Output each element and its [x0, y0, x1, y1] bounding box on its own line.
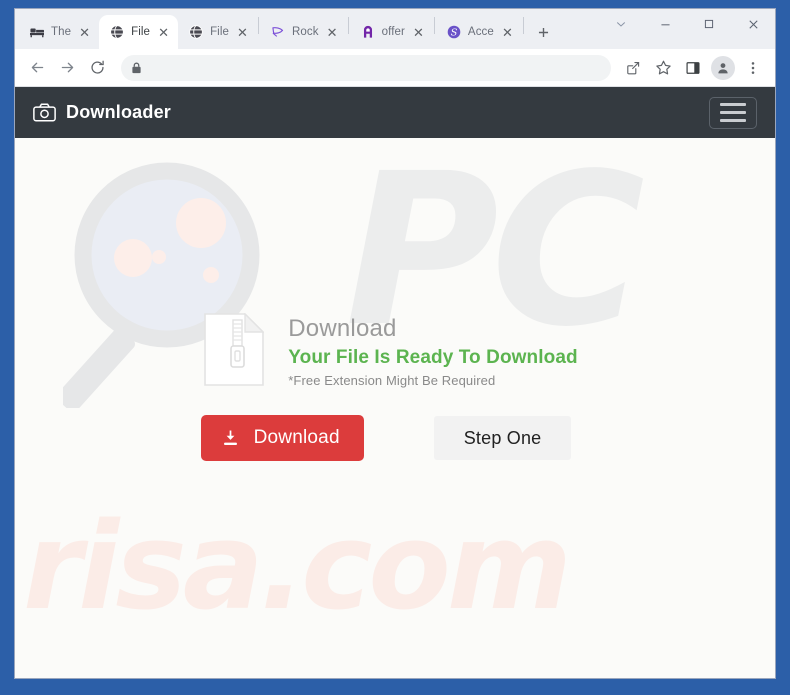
browser-toolbar: [15, 49, 775, 87]
hamburger-bar: [720, 103, 746, 106]
back-button[interactable]: [23, 54, 51, 82]
browser-tab-2[interactable]: File ✕: [178, 15, 257, 49]
cursor-icon: [270, 24, 286, 40]
tab-separator: [433, 16, 435, 34]
download-info-row: Download Your File Is Ready To Download …: [204, 312, 578, 391]
tab-title: File: [210, 26, 229, 38]
tab-title: Acce: [467, 26, 494, 38]
desktop-window-frame: The ✕ File ✕ File ✕ Rock ✕ offer ✕ S Acc…: [0, 0, 790, 695]
close-button[interactable]: [731, 9, 775, 39]
bed-icon: [29, 24, 45, 40]
browser-tab-5[interactable]: S Acce ✕: [436, 15, 522, 49]
download-note: *Free Extension Might Be Required: [288, 373, 496, 389]
hamburger-bar: [720, 111, 746, 114]
zip-file-icon: [204, 312, 265, 391]
tab-search-button[interactable]: [599, 9, 643, 39]
browser-tab-3[interactable]: Rock ✕: [260, 15, 347, 49]
tab-close-icon[interactable]: ✕: [77, 25, 92, 40]
tab-separator: [522, 16, 524, 34]
reload-button[interactable]: [83, 54, 111, 82]
hamburger-bar: [720, 119, 746, 122]
browser-tab-strip: The ✕ File ✕ File ✕ Rock ✕ offer ✕ S Acc…: [15, 9, 775, 49]
forward-button[interactable]: [53, 54, 81, 82]
svg-text:S: S: [451, 28, 458, 39]
hamburger-menu-button[interactable]: [709, 96, 757, 129]
lock-icon: [131, 62, 142, 74]
tab-title: The: [51, 26, 72, 38]
tab-close-icon[interactable]: ✕: [411, 25, 426, 40]
tab-separator: [258, 16, 259, 34]
browser-window: The ✕ File ✕ File ✕ Rock ✕ offer ✕ S Acc…: [14, 8, 776, 679]
tab-close-icon[interactable]: ✕: [325, 25, 340, 40]
minimize-button[interactable]: [643, 9, 687, 39]
address-bar[interactable]: [121, 54, 611, 81]
download-ready-text: Your File Is Ready To Download: [288, 346, 578, 368]
download-title: Download: [288, 314, 397, 342]
site-brand[interactable]: Downloader: [33, 102, 171, 123]
tab-title: offer: [381, 26, 405, 38]
dollar-icon: S: [446, 24, 462, 40]
star-icon[interactable]: [649, 54, 677, 82]
window-controls: [599, 9, 775, 49]
download-button-row: Download Step One: [200, 415, 572, 461]
globe-icon: [188, 24, 204, 40]
brand-name: Downloader: [66, 102, 172, 122]
globe-icon: [109, 24, 125, 40]
download-icon: [221, 429, 240, 448]
profile-avatar-icon[interactable]: [711, 55, 735, 80]
step-one-button[interactable]: Step One: [433, 416, 572, 460]
browser-tab-4[interactable]: offer ✕: [350, 15, 433, 49]
download-section: Download Your File Is Ready To Download …: [15, 138, 775, 678]
tab-close-icon[interactable]: ✕: [500, 25, 515, 40]
share-icon[interactable]: [619, 54, 647, 82]
download-button[interactable]: Download: [200, 415, 364, 461]
camera-icon: [33, 103, 56, 122]
new-tab-button[interactable]: [531, 19, 557, 45]
download-button-label: Download: [253, 427, 340, 448]
side-panel-icon[interactable]: [679, 54, 707, 82]
three-dot-menu-icon[interactable]: [739, 54, 767, 82]
tab-close-icon[interactable]: ✕: [156, 25, 171, 40]
letter-a-icon: [360, 24, 376, 40]
tab-title: File: [131, 26, 151, 38]
maximize-button[interactable]: [687, 9, 731, 39]
download-text-block: Download Your File Is Ready To Download …: [288, 314, 577, 391]
browser-tab-1[interactable]: File ✕: [99, 15, 179, 49]
page-viewport: Downloader PC risa.com Download Your Fil…: [15, 87, 775, 678]
tab-title: Rock: [292, 26, 319, 38]
site-header: Downloader: [15, 87, 775, 138]
browser-tab-0[interactable]: The ✕: [19, 15, 99, 49]
tab-separator: [347, 16, 349, 34]
tab-close-icon[interactable]: ✕: [235, 25, 250, 40]
